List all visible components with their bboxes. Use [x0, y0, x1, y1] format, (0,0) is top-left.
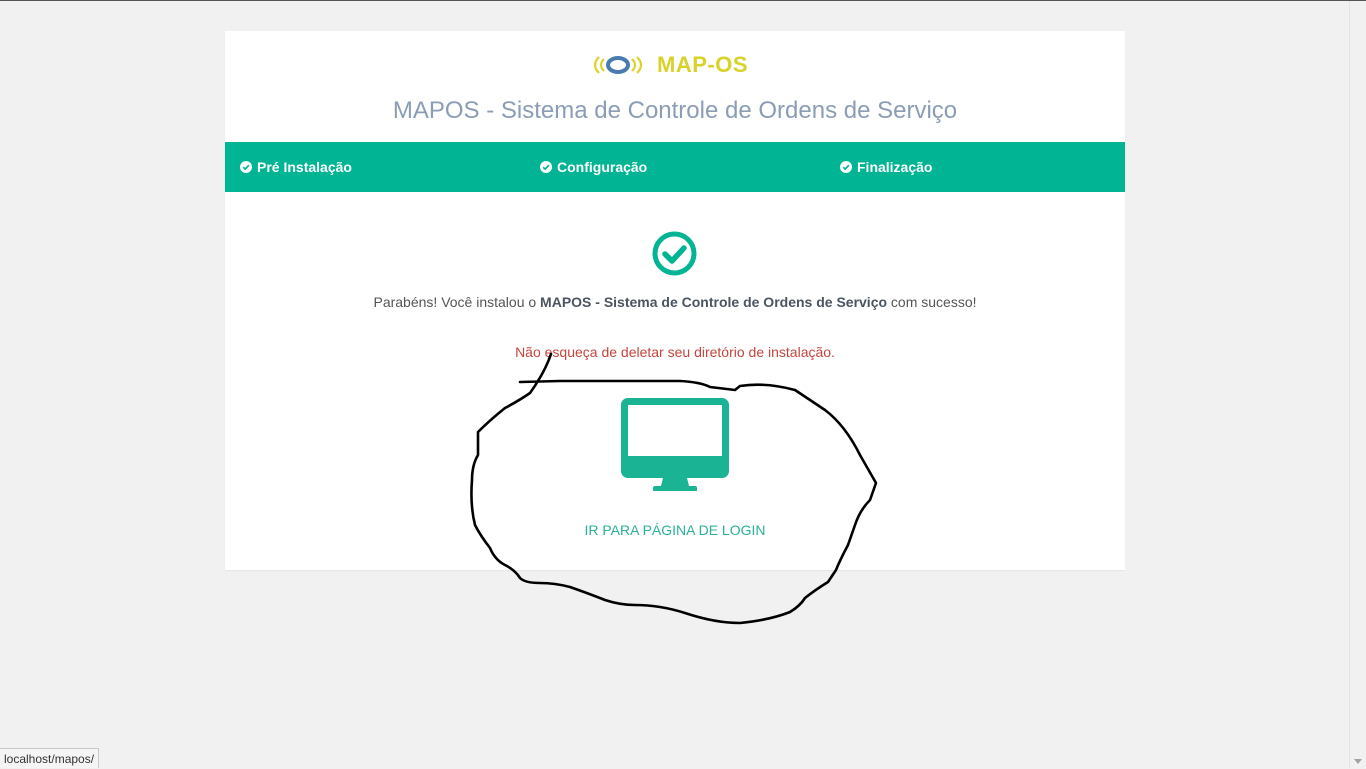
window-top-border [0, 0, 1366, 1]
success-check-circle-icon [652, 231, 697, 276]
step-pre-installation: Pré Instalação [240, 142, 352, 192]
go-to-login-link[interactable]: IR PARA PÁGINA DE LOGIN [565, 393, 785, 543]
check-circle-icon [840, 161, 852, 173]
delete-install-dir-warning: Não esqueça de deletar seu diretório de … [515, 344, 835, 360]
mapos-logo: MAP-OS [585, 51, 765, 79]
page-title: MAPOS - Sistema de Controle de Ordens de… [392, 97, 958, 124]
vertical-scrollbar[interactable] [1349, 1, 1366, 768]
step-configuration: Configuração [540, 142, 647, 192]
success-message: Parabéns! Você instalou o MAPOS - Sistem… [225, 294, 1125, 310]
desktop-monitor-icon [621, 398, 729, 491]
browser-status-bar: localhost/mapos/ [0, 748, 100, 768]
success-message-product: MAPOS - Sistema de Controle de Ordens de… [540, 294, 888, 310]
install-panel: MAP-OS MAPOS - Sistema de Controle de Or… [225, 31, 1125, 570]
check-circle-icon [540, 161, 552, 173]
step-label: Pré Instalação [257, 159, 352, 175]
install-steps-bar: Pré Instalação Configuração Finalização [225, 142, 1125, 192]
go-to-login-label: IR PARA PÁGINA DE LOGIN [584, 522, 766, 538]
step-label: Finalização [857, 159, 933, 175]
success-message-prefix: Parabéns! Você instalou o [373, 294, 541, 310]
scroll-down-arrow-icon[interactable] [1354, 759, 1362, 764]
success-message-suffix: com sucesso! [887, 294, 977, 310]
step-finalization: Finalização [840, 142, 932, 192]
check-circle-icon [240, 161, 252, 173]
step-label: Configuração [557, 159, 648, 175]
logo-text: MAP-OS [657, 52, 748, 77]
